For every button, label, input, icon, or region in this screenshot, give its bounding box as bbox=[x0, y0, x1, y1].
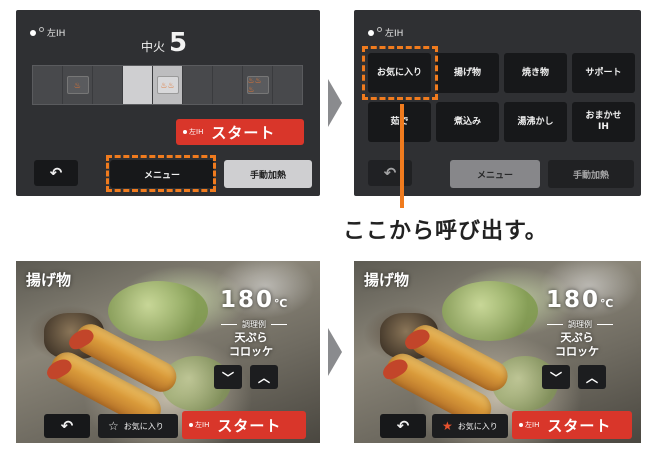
inactive-burner-dot-icon bbox=[377, 27, 382, 32]
level-segment[interactable] bbox=[183, 66, 213, 104]
menu-item-support[interactable]: サポート bbox=[572, 53, 635, 93]
temp-down-button[interactable]: ﹀ bbox=[542, 365, 570, 389]
category-title: 揚げ物 bbox=[26, 271, 72, 289]
star-filled-icon: ★ bbox=[442, 419, 453, 433]
chevron-up-icon: ︿ bbox=[585, 370, 598, 385]
manual-heat-button[interactable]: 手動加熱 bbox=[548, 160, 634, 188]
flame-low-icon: ♨ bbox=[66, 76, 89, 94]
recipe-examples: 天ぷら コロッケ bbox=[229, 331, 273, 358]
favorite-button-active[interactable]: ★ お気に入り bbox=[432, 414, 508, 438]
menu-item-fried[interactable]: 揚げ物 bbox=[436, 53, 499, 93]
callout-connector bbox=[400, 104, 404, 208]
chevron-down-icon: ﹀ bbox=[221, 370, 234, 385]
favorite-button[interactable]: ☆ お気に入り bbox=[98, 414, 178, 438]
inactive-burner-dot-icon bbox=[39, 27, 44, 32]
burner-dot-icon bbox=[519, 423, 523, 427]
start-button[interactable]: 左IH スタート bbox=[512, 411, 632, 439]
star-outline-icon: ☆ bbox=[108, 419, 119, 433]
back-button[interactable]: ↶ bbox=[44, 414, 90, 438]
level-segment-active[interactable]: ♨♨ bbox=[153, 66, 183, 104]
manual-heat-button[interactable]: 手動加熱 bbox=[224, 160, 312, 188]
heat-level-slider[interactable]: ♨ ♨♨ ♨♨♨ bbox=[32, 65, 303, 105]
back-button[interactable]: ↶ bbox=[34, 160, 78, 186]
heat-level-label: 中火 bbox=[141, 40, 166, 54]
heat-level-value: 5 bbox=[169, 28, 188, 58]
flame-high-icon: ♨♨♨ bbox=[246, 76, 269, 94]
ih-indicator: 左IH bbox=[368, 26, 403, 39]
level-segment[interactable] bbox=[93, 66, 123, 104]
fried-recipe-screen-favorited: 揚げ物 180℃ 調理例 天ぷら コロッケ ﹀ ︿ ↶ ★ お気に入り 左IH … bbox=[354, 261, 641, 443]
chevron-up-icon: ︿ bbox=[257, 370, 270, 385]
menu-item-water-boil[interactable]: 湯沸かし bbox=[504, 102, 567, 142]
flame-medium-icon: ♨♨ bbox=[156, 76, 179, 94]
menu-item-auto-ih[interactable]: おまかせ IH bbox=[572, 102, 635, 142]
back-button[interactable]: ↶ bbox=[380, 414, 426, 438]
food-image bbox=[442, 281, 538, 341]
menu-item-simmer[interactable]: 煮込み bbox=[436, 102, 499, 142]
recipe-examples: 天ぷら コロッケ bbox=[555, 331, 599, 358]
temp-down-button[interactable]: ﹀ bbox=[214, 365, 242, 389]
burner-dot-icon bbox=[189, 423, 193, 427]
level-segment-active[interactable] bbox=[123, 66, 153, 104]
chevron-down-icon: ﹀ bbox=[549, 370, 562, 385]
menu-item-grilled[interactable]: 焼き物 bbox=[504, 53, 567, 93]
level-segment[interactable] bbox=[213, 66, 243, 104]
burner-dot-icon bbox=[183, 130, 187, 134]
menu-screen: 左IH お気に入り 揚げ物 焼き物 サポート 茹で 煮込み 湯沸かし おまかせ … bbox=[354, 10, 641, 196]
start-button[interactable]: 左IH スタート bbox=[176, 119, 304, 145]
menu-button[interactable]: メニュー bbox=[450, 160, 540, 188]
callout-caption: ここから呼び出す。 bbox=[343, 219, 548, 244]
ih-indicator: 左IH bbox=[30, 26, 65, 39]
level-segment[interactable]: ♨♨♨ bbox=[243, 66, 273, 104]
start-button[interactable]: 左IH スタート bbox=[182, 411, 306, 439]
back-button[interactable]: ↶ bbox=[368, 160, 412, 186]
back-arrow-icon: ↶ bbox=[383, 164, 397, 182]
active-burner-dot-icon bbox=[368, 29, 374, 36]
step-arrow-icon bbox=[328, 79, 342, 127]
level-segment[interactable] bbox=[33, 66, 63, 104]
favorites-highlight-frame bbox=[362, 46, 438, 100]
step-arrow-icon bbox=[328, 328, 342, 376]
category-title: 揚げ物 bbox=[364, 271, 410, 289]
back-arrow-icon: ↶ bbox=[60, 417, 74, 435]
example-label: 調理例 bbox=[547, 319, 613, 330]
example-label: 調理例 bbox=[221, 319, 287, 330]
temperature-display: 180℃ bbox=[546, 287, 614, 313]
fried-recipe-screen: 揚げ物 180℃ 調理例 天ぷら コロッケ ﹀ ︿ ↶ ☆ お気に入り 左IH … bbox=[16, 261, 320, 443]
back-arrow-icon: ↶ bbox=[49, 164, 63, 182]
heat-level-screen: 左IH 中火 5 ♨ ♨♨ ♨♨♨ 左IH スタート ↶ メニュー 手動加熱 bbox=[16, 10, 320, 196]
level-segment[interactable]: ♨ bbox=[63, 66, 93, 104]
food-image bbox=[108, 281, 208, 341]
level-segment[interactable] bbox=[273, 66, 302, 104]
temp-up-button[interactable]: ︿ bbox=[578, 365, 606, 389]
back-arrow-icon: ↶ bbox=[396, 417, 410, 435]
temp-up-button[interactable]: ︿ bbox=[250, 365, 278, 389]
temperature-display: 180℃ bbox=[220, 287, 288, 313]
heat-level-display: 中火 5 bbox=[141, 28, 187, 58]
active-burner-dot-icon bbox=[30, 29, 36, 36]
menu-highlight-frame bbox=[106, 155, 216, 192]
